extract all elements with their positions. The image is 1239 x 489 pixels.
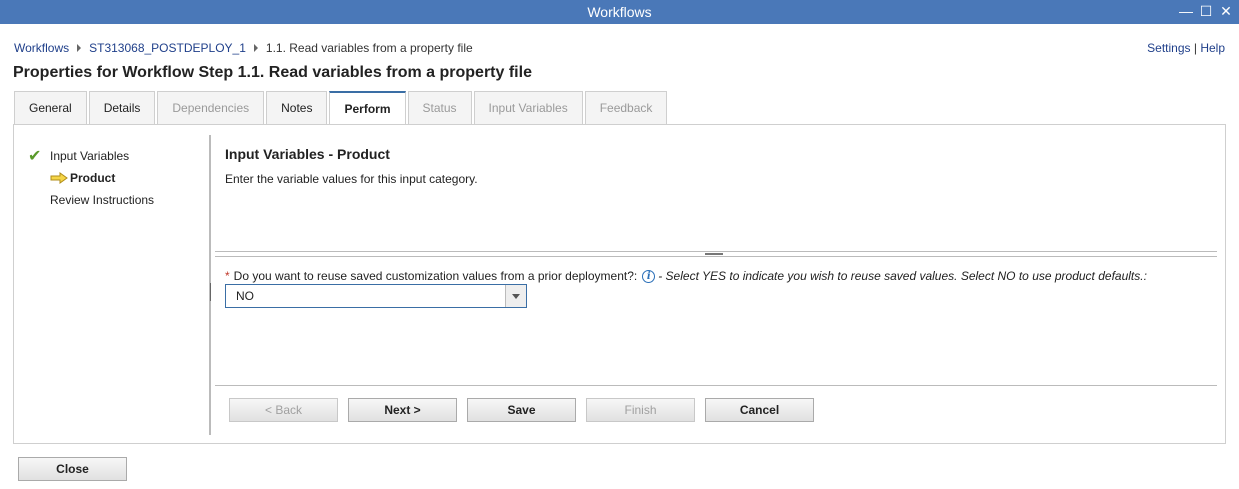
- window-controls: — ☐ ✕: [1177, 2, 1235, 20]
- tab-details[interactable]: Details: [88, 91, 156, 125]
- section-description: Enter the variable values for this input…: [225, 172, 478, 186]
- splitter-handle[interactable]: [210, 283, 211, 301]
- tab-dependencies: Dependencies: [157, 91, 265, 125]
- minimize-icon[interactable]: —: [1177, 2, 1195, 20]
- info-icon[interactable]: i: [642, 269, 656, 283]
- question-hint: - Select YES to indicate you wish to reu…: [658, 269, 1147, 283]
- tab-perform[interactable]: Perform: [329, 91, 406, 126]
- step-navigator: ✔ Input Variables Product Review Instruc…: [28, 145, 208, 211]
- tab-notes[interactable]: Notes: [266, 91, 328, 125]
- breadcrumb-separator-icon: [77, 44, 82, 52]
- save-button[interactable]: Save: [467, 398, 576, 422]
- perform-panel: ✔ Input Variables Product Review Instruc…: [13, 124, 1226, 444]
- window-titlebar: Workflows — ☐ ✕: [0, 0, 1239, 24]
- cancel-button[interactable]: Cancel: [705, 398, 814, 422]
- tab-status: Status: [407, 91, 472, 125]
- step-product[interactable]: Product: [28, 167, 208, 189]
- links-separator: |: [1190, 41, 1201, 55]
- check-icon: ✔: [28, 148, 42, 165]
- question-label: Do you want to reuse saved customization…: [233, 269, 638, 283]
- button-divider: [215, 385, 1217, 386]
- required-mark: *: [225, 269, 230, 283]
- wizard-buttons: < Back Next > Save Finish Cancel: [229, 398, 824, 422]
- close-icon[interactable]: ✕: [1217, 2, 1235, 20]
- chevron-down-icon: [512, 293, 520, 299]
- breadcrumb-separator-icon: [253, 44, 258, 52]
- step-review-instructions[interactable]: Review Instructions: [28, 189, 208, 211]
- reuse-values-combobox[interactable]: [225, 284, 527, 308]
- finish-button[interactable]: Finish: [586, 398, 695, 422]
- breadcrumb-workflow-link[interactable]: ST313068_POSTDEPLOY_1: [89, 41, 246, 55]
- page-title: Properties for Workflow Step 1.1. Read v…: [13, 64, 532, 81]
- step-label: Input Variables: [50, 149, 130, 163]
- reuse-values-input[interactable]: [226, 285, 505, 307]
- help-link[interactable]: Help: [1200, 41, 1225, 55]
- breadcrumb-current: 1.1. Read variables from a property file: [265, 41, 473, 55]
- tab-feedback: Feedback: [584, 91, 668, 125]
- tab-input-variables: Input Variables: [473, 91, 583, 125]
- back-button[interactable]: < Back: [229, 398, 338, 422]
- step-content: Input Variables - Product Enter the vari…: [215, 135, 1217, 435]
- section-heading: Input Variables - Product: [225, 146, 390, 162]
- reuse-values-question: * Do you want to reuse saved customizati…: [225, 269, 1147, 283]
- top-links: Settings | Help: [1147, 41, 1225, 55]
- breadcrumb-workflows-link[interactable]: Workflows: [14, 41, 69, 55]
- step-label: Review Instructions: [50, 193, 155, 207]
- dropdown-button[interactable]: [505, 285, 526, 307]
- arrow-right-icon: [50, 172, 68, 184]
- step-input-variables[interactable]: ✔ Input Variables: [28, 145, 208, 167]
- step-label: Product: [70, 171, 116, 185]
- next-button[interactable]: Next >: [348, 398, 457, 422]
- settings-link[interactable]: Settings: [1147, 41, 1190, 55]
- maximize-icon[interactable]: ☐: [1197, 2, 1215, 20]
- window-title: Workflows: [587, 4, 652, 20]
- tab-bar: General Details Dependencies Notes Perfo…: [14, 91, 669, 126]
- close-button[interactable]: Close: [18, 457, 127, 481]
- splitter-grip-icon[interactable]: [705, 253, 723, 255]
- tab-general[interactable]: General: [14, 91, 87, 125]
- horizontal-splitter[interactable]: [215, 251, 1217, 257]
- breadcrumb: Workflows ST313068_POSTDEPLOY_1 1.1. Rea…: [14, 41, 473, 55]
